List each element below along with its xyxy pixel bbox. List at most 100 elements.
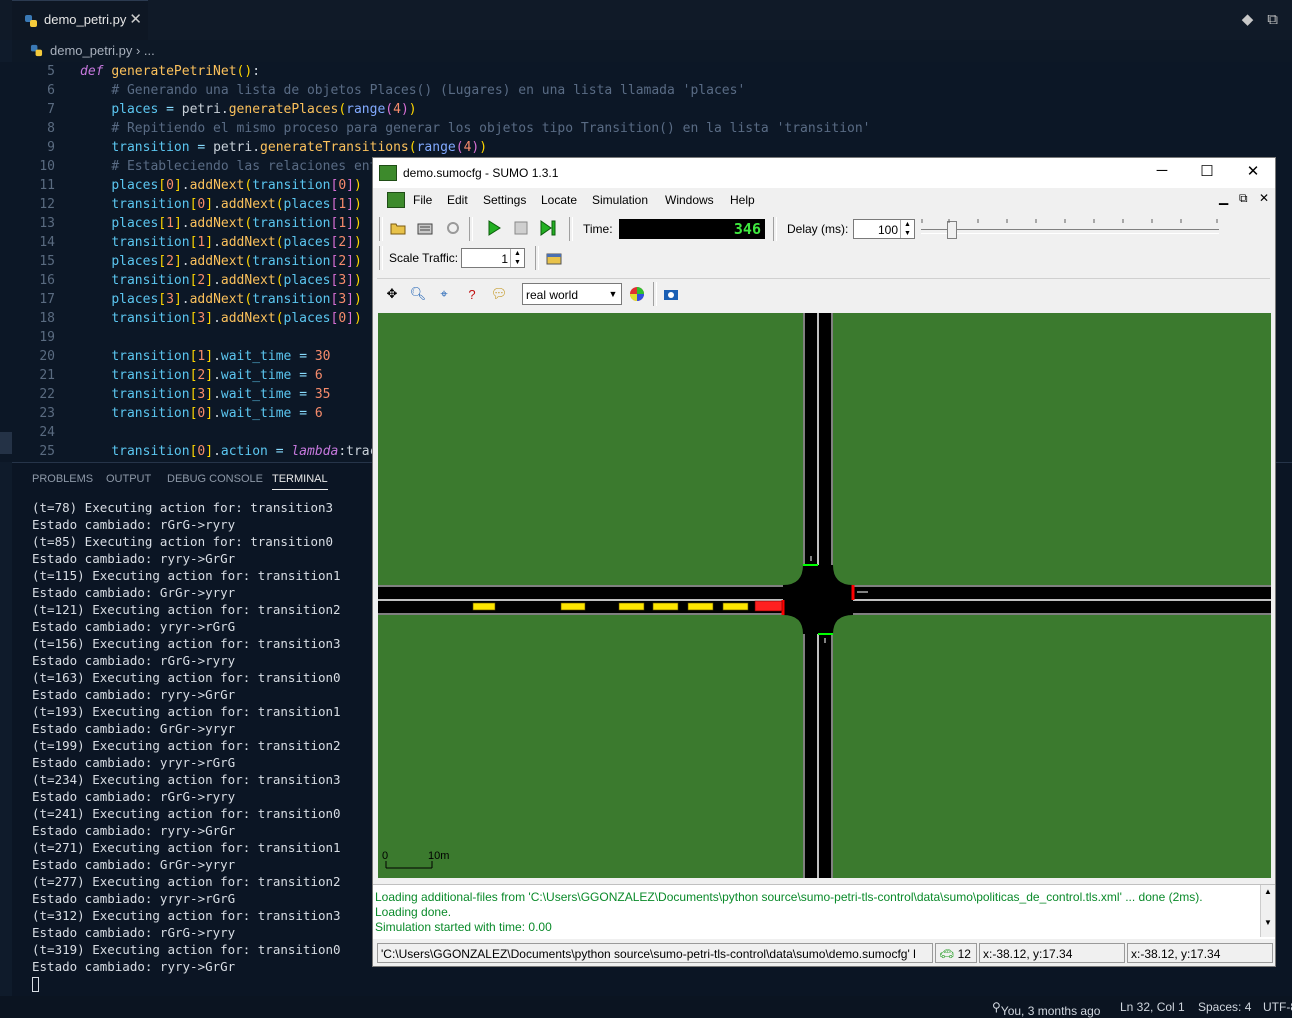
split-editor-icon[interactable]: ⧉ [1267, 10, 1278, 28]
delay-slider-track[interactable] [921, 229, 1219, 234]
scroll-up-icon[interactable]: ▲ [1261, 887, 1275, 896]
toolbar-separator [653, 282, 657, 306]
scale-start: 0 [382, 850, 388, 862]
maximize-icon[interactable]: ☐ [1192, 162, 1222, 180]
message-log[interactable]: Loading additional-files from 'C:\Users\… [373, 884, 1275, 939]
run-icon[interactable] [485, 219, 503, 237]
delay-spinner[interactable]: 100 ▲ ▼ [853, 219, 915, 239]
help-query-icon[interactable]: ? [463, 285, 481, 303]
editor-tab[interactable]: demo_petri.py ✕ [12, 0, 148, 40]
status-coordinate-geo: x:-38.12, y:17.34 [1127, 943, 1273, 963]
terminal-line: (t=78) Executing action for: transition3 [32, 500, 334, 515]
indentation-status[interactable]: Spaces: 4 [1198, 1000, 1251, 1014]
spinner-arrows-icon[interactable]: ▲ ▼ [510, 249, 524, 267]
toolbar-grip [379, 217, 383, 241]
stop-icon[interactable] [512, 219, 530, 237]
toolbar-separator [773, 217, 777, 241]
terminal-line: Estado cambiado: ryry->GrGr [32, 687, 236, 702]
toolbar-separator [569, 217, 573, 241]
terminal-line: Estado cambiado: yryr->rGrG [32, 891, 236, 906]
open-folder-icon[interactable] [389, 219, 407, 237]
tooltip-icon[interactable]: 💬︎ [490, 285, 508, 303]
time-label: Time: [583, 222, 613, 236]
terminal-line: Estado cambiado: rGrG->ryry [32, 653, 236, 668]
sumo-window: demo.sumocfg - SUMO 1.3.1 ─ ☐ ✕ File Edi… [372, 157, 1276, 967]
tab-terminal[interactable]: TERMINAL [272, 473, 328, 490]
locate-icon[interactable]: ⌖ [435, 285, 453, 303]
stopped-vehicle [754, 600, 783, 612]
step-icon[interactable] [539, 219, 557, 237]
reload-icon[interactable] [444, 219, 462, 237]
tab-debug-console[interactable]: DEBUG CONSOLE [167, 473, 263, 485]
recenter-icon[interactable]: ✥ [383, 285, 401, 303]
cursor-position[interactable]: Ln 32, Col 1 [1120, 1000, 1185, 1014]
terminal-output[interactable]: (t=78) Executing action for: transition3… [32, 499, 341, 975]
spinner-arrows-icon[interactable]: ▲ ▼ [900, 220, 914, 238]
terminal-line: (t=277) Executing action for: transition… [32, 874, 341, 889]
screenshot-icon[interactable] [662, 285, 680, 303]
breadcrumb-path[interactable]: demo_petri.py › ... [50, 43, 155, 58]
vehicle [687, 602, 714, 611]
scroll-down-icon[interactable]: ▼ [1261, 918, 1275, 927]
status-path: 'C:\Users\GGONZALEZ\Documents\python sou… [377, 943, 933, 963]
code-line: 20 transition[1].wait_time = 30 [39, 349, 331, 364]
minimize-icon[interactable]: ─ [1147, 162, 1177, 179]
terminal-line: Estado cambiado: GrGr->yryr [32, 857, 236, 872]
sumo-logo-icon [379, 165, 397, 181]
terminal-line: (t=121) Executing action for: transition… [32, 602, 341, 617]
code-line: 7 places = petri.generatePlaces(range(4)… [47, 102, 417, 117]
color-wheel-icon[interactable] [628, 285, 646, 303]
vehicle [560, 602, 586, 611]
zoom-icon[interactable]: 🔍︎ [409, 285, 427, 303]
open-network-icon[interactable] [416, 219, 434, 237]
simulation-view[interactable]: 0 10m [378, 313, 1271, 878]
menu-file[interactable]: File [413, 193, 432, 207]
menu-simulation[interactable]: Simulation [592, 193, 648, 207]
mdi-minimize-icon[interactable]: ▁ [1219, 191, 1228, 205]
terminal-line: Estado cambiado: ryry->GrGr [32, 823, 236, 838]
menu-edit[interactable]: Edit [447, 193, 468, 207]
git-blame-status[interactable]: ⚲ You, 3 months ago [992, 1000, 1100, 1018]
toolbar-separator [535, 246, 539, 270]
encoding-status[interactable]: UTF-8 [1263, 1000, 1292, 1014]
log-message: Simulation started with time: 0.00 [375, 920, 552, 934]
mdi-restore-icon[interactable]: ⧉ [1239, 191, 1248, 206]
sumo-status-bar: 'C:\Users\GGONZALEZ\Documents\python sou… [373, 940, 1275, 966]
menu-windows[interactable]: Windows [665, 193, 714, 207]
scale-end: 10m [428, 850, 449, 862]
menu-locate[interactable]: Locate [541, 193, 577, 207]
new-view-icon[interactable] [545, 249, 563, 267]
code-line: 23 transition[0].wait_time = 6 [39, 406, 323, 421]
code-line: 12 transition[0].addNext(places[1]) [39, 197, 362, 212]
slider-ticks [921, 219, 1218, 223]
terminal-line: Estado cambiado: rGrG->ryry [32, 517, 236, 532]
vehicle [722, 602, 749, 611]
menu-settings[interactable]: Settings [483, 193, 526, 207]
terminal-line: Estado cambiado: ryry->GrGr [32, 551, 236, 566]
menu-help[interactable]: Help [730, 193, 755, 207]
tab-problems[interactable]: PROBLEMS [32, 473, 93, 485]
close-tab-icon[interactable]: ✕ [129, 10, 142, 28]
git-compare-icon[interactable]: ◆ [1242, 10, 1254, 28]
delay-value: 100 [877, 223, 898, 237]
tab-output[interactable]: OUTPUT [106, 473, 151, 485]
sumo-menu-bar: File Edit Settings Locate Simulation Win… [373, 188, 1275, 212]
sumo-window-title: demo.sumocfg - SUMO 1.3.1 [403, 166, 559, 180]
close-icon[interactable]: ✕ [1238, 162, 1268, 180]
terminal-line: Estado cambiado: rGrG->ryry [32, 789, 236, 804]
time-value: 346 [733, 220, 761, 238]
terminal-line: (t=241) Executing action for: transition… [32, 806, 341, 821]
chevron-down-icon[interactable]: ▼ [605, 284, 621, 304]
code-line: 17 places[3].addNext(transition[3]) [39, 292, 362, 307]
log-scrollbar[interactable]: ▲ ▼ [1260, 885, 1275, 937]
scheme-value: real world [526, 288, 579, 302]
terminal-line: (t=271) Executing action for: transition… [32, 840, 341, 855]
scale-traffic-spinner[interactable]: 1 ▲ ▼ [461, 248, 525, 268]
code-line: 6 # Generando una lista de objetos Place… [47, 83, 746, 98]
mdi-close-icon[interactable]: ✕ [1259, 191, 1269, 205]
code-line: 24 [39, 425, 55, 440]
scale-traffic-value: 1 [501, 252, 508, 266]
scheme-select[interactable]: real world ▼ [522, 283, 622, 305]
terminal-line: (t=312) Executing action for: transition… [32, 908, 341, 923]
terminal-line: Estado cambiado: ryry->GrGr [32, 959, 236, 974]
